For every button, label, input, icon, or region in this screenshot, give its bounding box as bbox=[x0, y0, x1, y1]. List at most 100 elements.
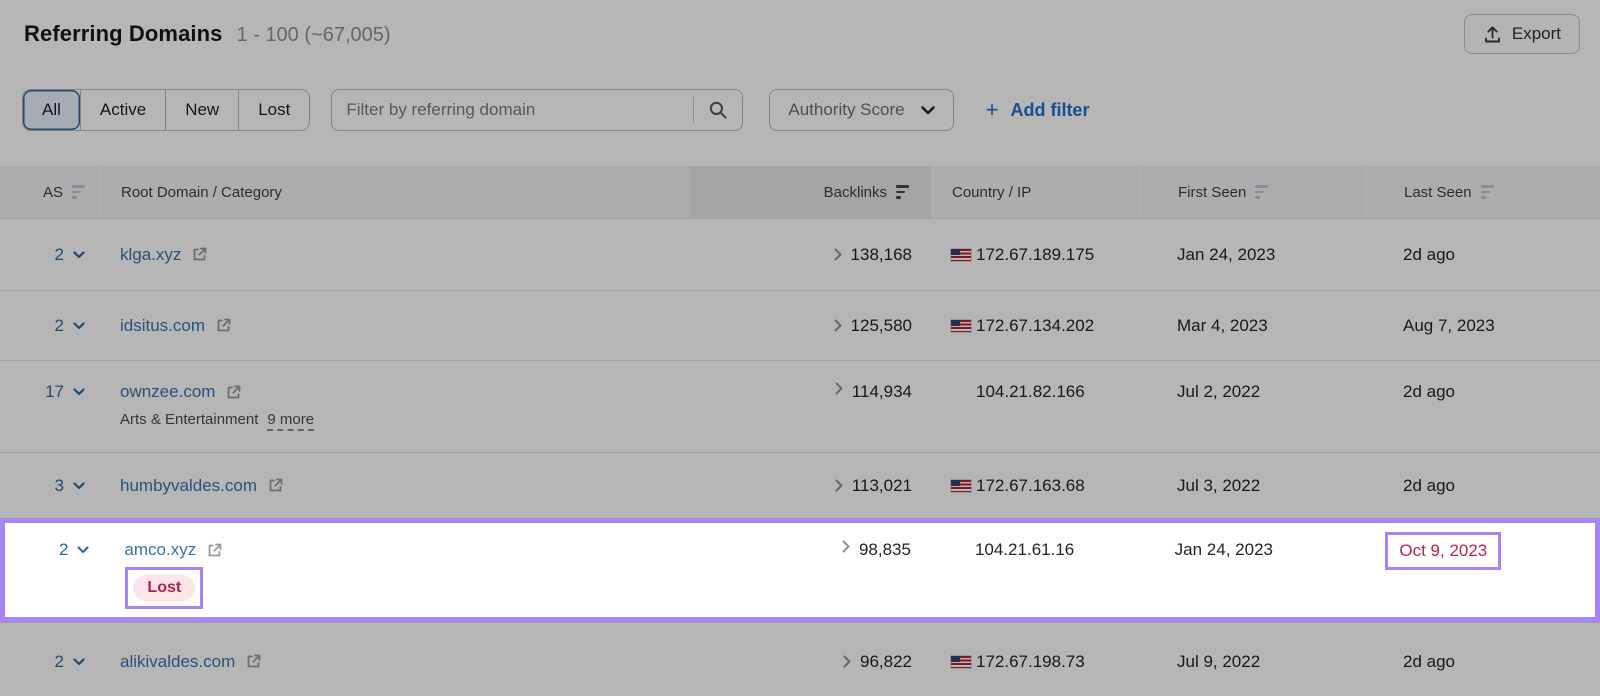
domain-link[interactable]: humbyvaldes.com bbox=[120, 476, 257, 496]
chevron-right-icon[interactable] bbox=[834, 319, 842, 332]
category-label: Arts & Entertainment bbox=[120, 411, 258, 428]
sort-bars-icon bbox=[1481, 185, 1494, 199]
more-categories-link[interactable]: 9 more bbox=[267, 411, 314, 431]
referring-domains-report: Referring Domains 1 - 100 (~67,005) Expo… bbox=[0, 0, 1600, 696]
chevron-down-icon bbox=[73, 251, 85, 259]
last-seen-date: 2d ago bbox=[1403, 382, 1455, 402]
first-seen-date: Jan 24, 2023 bbox=[1175, 540, 1273, 560]
domain-filter-searchbox bbox=[331, 89, 743, 131]
column-header-country-ip: Country / IP bbox=[932, 166, 1139, 218]
sort-bars-icon bbox=[896, 185, 909, 199]
us-flag-icon bbox=[951, 320, 971, 332]
ip-address: 172.67.189.175 bbox=[976, 245, 1094, 265]
domain-link[interactable]: amco.xyz bbox=[124, 540, 196, 560]
us-flag-icon bbox=[951, 249, 971, 261]
backlinks-count: 138,168 bbox=[851, 245, 912, 265]
domain-link[interactable]: ownzee.com bbox=[120, 382, 215, 402]
domain-link[interactable]: klga.xyz bbox=[120, 245, 181, 265]
table-row[interactable]: 17 ownzee.com Arts & Entertainment 9 mor… bbox=[0, 360, 1600, 452]
backlinks-count: 98,835 bbox=[859, 540, 911, 560]
chevron-right-icon[interactable] bbox=[835, 479, 843, 492]
backlinks-count: 96,822 bbox=[860, 652, 912, 672]
first-seen-date: Mar 4, 2023 bbox=[1177, 316, 1268, 336]
as-expander[interactable]: 2 bbox=[59, 540, 89, 560]
sort-bars-icon bbox=[1255, 185, 1268, 199]
add-filter-button[interactable]: + Add filter bbox=[986, 99, 1090, 121]
referring-domains-table: AS Root Domain / Category Backlinks Coun… bbox=[0, 166, 1600, 696]
filter-toolbar: All Active New Lost Authority Score bbox=[22, 88, 1600, 132]
table-row[interactable]: 2 klga.xyz 138,168 bbox=[0, 218, 1600, 290]
authority-score-label: Authority Score bbox=[788, 100, 904, 120]
first-seen-date: Jul 9, 2022 bbox=[1177, 652, 1260, 672]
chevron-right-icon[interactable] bbox=[842, 540, 850, 553]
ip-address: 172.67.134.202 bbox=[976, 316, 1094, 336]
as-expander[interactable]: 17 bbox=[45, 382, 85, 402]
search-icon bbox=[708, 100, 728, 120]
tab-all[interactable]: All bbox=[23, 90, 80, 130]
column-header-backlinks[interactable]: Backlinks bbox=[690, 166, 932, 218]
as-expander[interactable]: 2 bbox=[55, 652, 85, 672]
ip-address: 104.21.61.16 bbox=[975, 540, 1074, 560]
export-button-label: Export bbox=[1512, 24, 1561, 44]
ip-address: 104.21.82.166 bbox=[976, 382, 1085, 402]
chevron-down-icon bbox=[73, 658, 85, 666]
domain-link[interactable]: alikivaldes.com bbox=[120, 652, 235, 672]
as-expander[interactable]: 3 bbox=[55, 476, 85, 496]
ip-address: 172.67.198.73 bbox=[976, 652, 1085, 672]
lost-badge-annotation-box: Lost bbox=[125, 567, 203, 609]
sort-bars-icon bbox=[72, 185, 85, 199]
table-row[interactable]: 2 alikivaldes.com 96,822 bbox=[0, 622, 1600, 696]
external-link-icon[interactable] bbox=[206, 542, 223, 559]
lost-date-annotation-box: Oct 9, 2023 bbox=[1385, 532, 1501, 570]
add-filter-label: Add filter bbox=[1010, 100, 1089, 121]
lost-status-badge: Lost bbox=[133, 575, 195, 601]
result-range: 1 - 100 (~67,005) bbox=[237, 24, 391, 47]
column-header-as[interactable]: AS bbox=[0, 166, 100, 218]
backlinks-count: 114,934 bbox=[852, 382, 912, 402]
export-button[interactable]: Export bbox=[1464, 14, 1580, 54]
column-header-root-domain: Root Domain / Category bbox=[100, 166, 690, 218]
table-row[interactable]: 2 amco.xyz Lost bbox=[5, 523, 1595, 617]
external-link-icon[interactable] bbox=[215, 317, 232, 334]
chevron-right-icon[interactable] bbox=[834, 248, 842, 261]
chevron-right-icon[interactable] bbox=[835, 382, 843, 395]
chevron-down-icon bbox=[73, 482, 85, 490]
domain-link[interactable]: idsitus.com bbox=[120, 316, 205, 336]
last-seen-date: Aug 7, 2023 bbox=[1403, 316, 1495, 336]
page-title: Referring Domains bbox=[24, 21, 223, 47]
chevron-down-icon bbox=[73, 322, 85, 330]
chevron-down-icon bbox=[73, 388, 85, 396]
backlinks-count: 125,580 bbox=[851, 316, 912, 336]
external-link-icon[interactable] bbox=[191, 246, 208, 263]
table-row[interactable]: 3 humbyvaldes.com 113,021 bbox=[0, 452, 1600, 518]
tab-new[interactable]: New bbox=[165, 90, 238, 130]
tab-active[interactable]: Active bbox=[80, 90, 165, 130]
status-filter-tabs: All Active New Lost bbox=[22, 89, 310, 131]
page-header: Referring Domains 1 - 100 (~67,005) Expo… bbox=[0, 0, 1600, 60]
backlinks-count: 113,021 bbox=[852, 476, 912, 496]
as-expander[interactable]: 2 bbox=[55, 245, 85, 265]
plus-icon: + bbox=[986, 99, 999, 121]
search-button[interactable] bbox=[694, 90, 742, 130]
us-flag-icon bbox=[951, 480, 971, 492]
external-link-icon[interactable] bbox=[267, 477, 284, 494]
table-header-row: AS Root Domain / Category Backlinks Coun… bbox=[0, 166, 1600, 218]
upload-icon bbox=[1483, 25, 1502, 44]
last-seen-date: 2d ago bbox=[1403, 652, 1455, 672]
chevron-down-icon bbox=[77, 546, 89, 554]
domain-filter-input[interactable] bbox=[332, 100, 693, 120]
table-row[interactable]: 2 idsitus.com 125,580 bbox=[0, 290, 1600, 360]
first-seen-date: Jan 24, 2023 bbox=[1177, 245, 1275, 265]
column-header-first-seen[interactable]: First Seen bbox=[1139, 166, 1366, 218]
column-header-last-seen[interactable]: Last Seen bbox=[1366, 166, 1600, 218]
highlighted-row-annotation: 2 amco.xyz Lost bbox=[0, 518, 1600, 622]
as-expander[interactable]: 2 bbox=[55, 316, 85, 336]
external-link-icon[interactable] bbox=[225, 384, 242, 401]
chevron-right-icon[interactable] bbox=[843, 655, 851, 668]
tab-lost[interactable]: Lost bbox=[238, 90, 309, 130]
authority-score-dropdown[interactable]: Authority Score bbox=[769, 89, 953, 131]
external-link-icon[interactable] bbox=[245, 653, 262, 670]
last-seen-date: 2d ago bbox=[1403, 476, 1455, 496]
us-flag-icon bbox=[951, 656, 971, 668]
first-seen-date: Jul 3, 2022 bbox=[1177, 476, 1260, 496]
